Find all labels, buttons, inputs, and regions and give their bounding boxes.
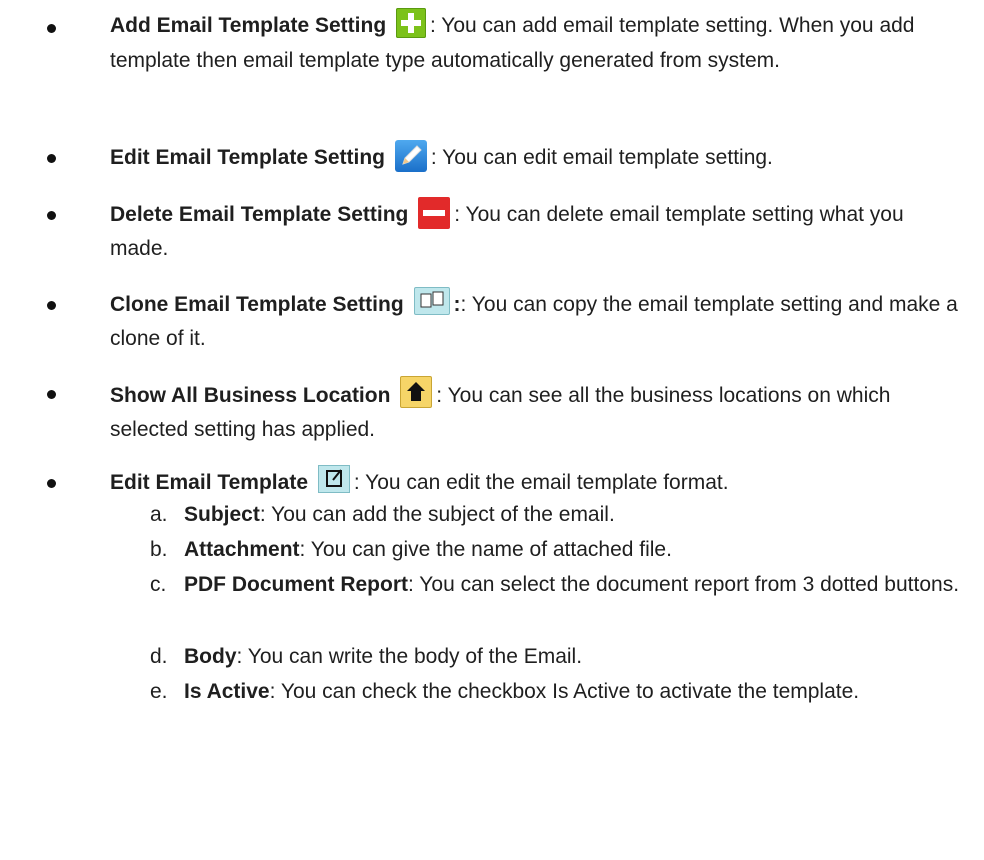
home-icon bbox=[400, 376, 433, 408]
item-title: Add Email Template Setting bbox=[110, 14, 387, 37]
list-item-add-setting: Add Email Template Setting : You can add… bbox=[110, 8, 966, 78]
sub-item-title: Subject bbox=[184, 503, 260, 526]
sub-item-text: : You can add the subject of the email. bbox=[259, 503, 615, 526]
list-item-show-locations: Show All Business Location : You can see… bbox=[110, 376, 966, 447]
sub-item-body: d. Body: You can write the body of the Em… bbox=[150, 640, 966, 674]
sub-item-text: : You can select the document report fro… bbox=[408, 573, 960, 596]
list-item-edit-template: Edit Email Template : You can edit the e… bbox=[110, 465, 966, 500]
sub-item-letter: c. bbox=[150, 573, 167, 596]
bullet bbox=[47, 390, 56, 399]
item-title: Show All Business Location bbox=[110, 384, 391, 407]
sub-item-letter: b. bbox=[150, 538, 168, 561]
sub-item-text: : You can give the name of attached file… bbox=[299, 538, 672, 561]
list-item-clone-setting: Clone Email Template Setting :: You can … bbox=[110, 287, 966, 356]
item-text: : You can edit email template setting. bbox=[430, 146, 773, 169]
sub-item-title: Is Active bbox=[184, 680, 270, 703]
sub-item-letter: e. bbox=[150, 680, 168, 703]
bullet bbox=[47, 479, 56, 488]
sub-item-title: PDF Document Report bbox=[184, 573, 409, 596]
sub-item-pdf-report: c. PDF Document Report: You can select th… bbox=[150, 568, 966, 602]
clone-icon bbox=[413, 287, 450, 315]
sub-item-letter: d. bbox=[150, 645, 168, 668]
edit-pencil-icon bbox=[394, 140, 427, 172]
sub-item-text: : You can check the checkbox Is Active t… bbox=[269, 680, 860, 703]
sub-item-subject: a. Subject: You can add the subject of th… bbox=[150, 498, 966, 532]
delete-icon bbox=[418, 197, 451, 229]
bullet bbox=[47, 301, 56, 310]
sub-item-title: Body bbox=[184, 645, 237, 668]
item-title: Edit Email Template bbox=[110, 471, 308, 494]
add-icon bbox=[396, 8, 426, 38]
document-page: Add Email Template Setting : You can add… bbox=[0, 0, 984, 860]
item-text: : You can edit the email template format… bbox=[353, 471, 729, 494]
bullet bbox=[47, 211, 56, 220]
edit-template-icon bbox=[317, 465, 350, 493]
bullet bbox=[47, 24, 56, 33]
item-title: Delete Email Template Setting bbox=[110, 203, 409, 226]
sub-item-text: : You can write the body of the Email. bbox=[236, 645, 583, 668]
sub-item-letter: a. bbox=[150, 503, 168, 526]
list-item-delete-setting: Delete Email Template Setting : You can … bbox=[110, 197, 966, 266]
item-title: Edit Email Template Setting bbox=[110, 146, 385, 169]
sub-item-is-active: e. Is Active: You can check the checkbox … bbox=[150, 675, 966, 709]
sub-item-attachment: b. Attachment: You can give the name of a… bbox=[150, 533, 966, 567]
list-item-edit-setting: Edit Email Template Setting : You can ed… bbox=[110, 140, 966, 175]
bullet bbox=[47, 154, 56, 163]
sub-item-title: Attachment bbox=[184, 538, 300, 561]
item-title: Clone Email Template Setting bbox=[110, 293, 404, 316]
